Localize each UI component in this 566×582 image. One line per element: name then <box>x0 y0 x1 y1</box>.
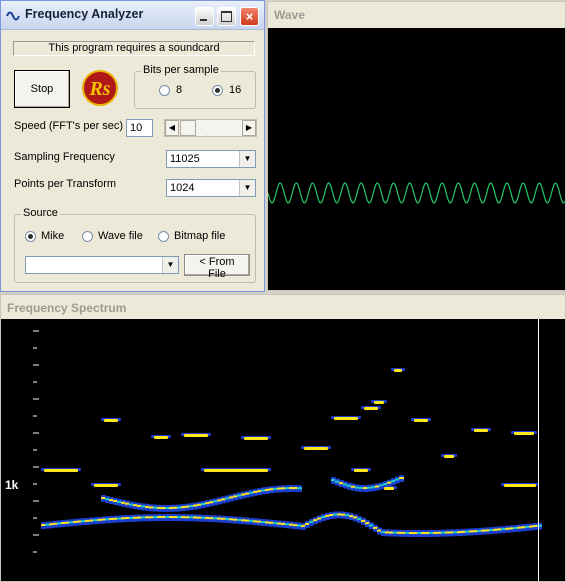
minimize-button[interactable] <box>195 7 214 26</box>
sampling-frequency-value: 11025 <box>170 153 200 165</box>
points-per-transform-select[interactable]: 1024 ▼ <box>166 179 256 197</box>
bits-8-label: 8 <box>176 84 183 96</box>
sampling-frequency-label: Sampling Frequency <box>14 151 115 163</box>
points-per-transform-label: Points per Transform <box>14 178 117 190</box>
close-icon: × <box>245 9 254 24</box>
stop-button[interactable]: Stop <box>14 70 70 108</box>
source-group-label: Source <box>21 207 60 219</box>
points-per-transform-value: 1024 <box>170 182 195 194</box>
scroll-left-arrow-icon[interactable]: ◀ <box>165 120 179 136</box>
wave-trace <box>268 182 565 204</box>
chevron-down-icon[interactable]: ▼ <box>162 257 178 273</box>
chevron-down-icon[interactable]: ▼ <box>239 180 255 196</box>
soundcard-notice: This program requires a soundcard <box>13 41 255 56</box>
from-file-button[interactable]: < From File <box>184 254 250 280</box>
spectrogram-image <box>33 330 542 553</box>
frequency-axis-label: 1k <box>5 478 19 492</box>
source-wave-file-label: Wave file <box>98 230 143 242</box>
svg-text:Rs: Rs <box>88 78 110 100</box>
sampling-frequency-select[interactable]: 11025 ▼ <box>166 150 256 168</box>
chevron-down-icon[interactable]: ▼ <box>239 151 255 167</box>
minimize-icon <box>200 19 207 21</box>
wave-title: Wave <box>274 8 305 22</box>
rs-logo-icon: Rs <box>81 69 119 107</box>
spectrogram-streaks <box>41 368 542 537</box>
wave-app-icon <box>6 11 20 21</box>
bits-16-label: 16 <box>229 84 242 96</box>
speed-value-field[interactable]: 10 <box>126 119 153 137</box>
bits-16-radio[interactable] <box>212 85 223 96</box>
source-group: Source Mike Wave file Bitmap file ▼ < Fr… <box>14 207 256 283</box>
bits-per-sample-group: Bits per sample 8 16 <box>134 64 256 109</box>
source-file-select[interactable]: ▼ <box>25 256 179 274</box>
source-bitmap-file-label: Bitmap file <box>174 230 226 242</box>
close-button[interactable]: × <box>240 7 259 26</box>
maximize-icon <box>221 11 232 22</box>
bits-8-radio[interactable] <box>159 85 170 96</box>
frequency-analyzer-window: Frequency Analyzer × This program requir… <box>0 0 265 292</box>
speed-slider-thumb[interactable] <box>180 120 196 136</box>
spectrum-title: Frequency Spectrum <box>7 301 127 315</box>
maximize-button[interactable] <box>217 7 236 26</box>
spectrum-cursor-line <box>538 319 539 581</box>
wave-title-bar[interactable]: Wave <box>268 2 565 28</box>
title-bar[interactable]: Frequency Analyzer × <box>1 1 264 30</box>
window-title: Frequency Analyzer <box>25 7 144 21</box>
wave-window: Wave <box>267 1 566 291</box>
scroll-right-arrow-icon[interactable]: ▶ <box>242 120 256 136</box>
source-wave-file-radio[interactable] <box>82 231 93 242</box>
frequency-spectrum-window: Frequency Spectrum 1k <box>0 294 566 582</box>
bits-group-label: Bits per sample <box>141 64 221 76</box>
source-bitmap-file-radio[interactable] <box>158 231 169 242</box>
speed-slider[interactable]: ◀ ▶ <box>164 119 257 137</box>
source-mike-label: Mike <box>41 230 65 242</box>
spectrum-title-bar[interactable]: Frequency Spectrum <box>1 295 565 319</box>
speed-label: Speed (FFT's per sec) <box>14 120 124 132</box>
wave-trace-line <box>268 182 565 204</box>
source-mike-radio[interactable] <box>25 231 36 242</box>
